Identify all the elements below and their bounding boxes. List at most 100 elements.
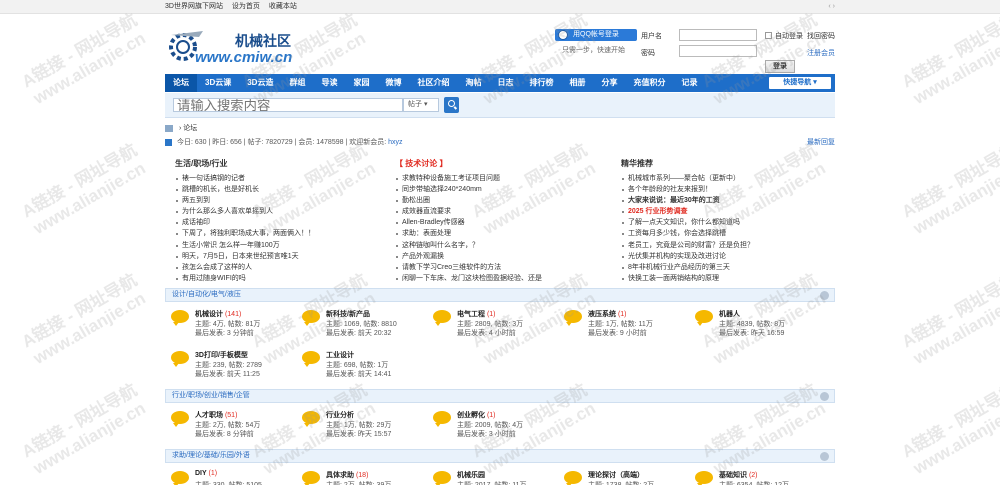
latest-replies-link[interactable]: 最新回复: [807, 137, 835, 147]
site-logo[interactable]: 机械社区 www.cmiw.cn: [165, 23, 325, 67]
collapse-icon[interactable]: [820, 452, 829, 461]
forum-name[interactable]: 机械设计 (141): [195, 309, 241, 319]
section-title[interactable]: 设计/自动化/电气/液压: [172, 291, 241, 298]
forgot-password-link[interactable]: 找回密码: [807, 31, 835, 41]
topbar-arrows[interactable]: ‹ ›: [828, 0, 835, 14]
nav-item[interactable]: 淘帖: [457, 74, 489, 92]
forum-name-text[interactable]: 基础知识: [719, 472, 747, 479]
forum-name-text[interactable]: 机器人: [719, 311, 740, 318]
forum-name[interactable]: 行业分析: [326, 410, 354, 420]
favorite-link[interactable]: 收藏本站: [269, 3, 297, 10]
forum-item[interactable]: 人才职场 (51) 主题: 2万, 帖数: 54万 最后发表: 8 分钟前: [165, 409, 295, 445]
forum-item[interactable]: 创业孵化 (1) 主题: 2009, 帖数: 4万 最后发表: 3 小时前: [427, 409, 557, 445]
password-field[interactable]: [679, 45, 757, 57]
forum-item[interactable]: 机械设计 (141) 主题: 4万, 帖数: 81万 最后发表: 3 分钟前: [165, 308, 295, 344]
nav-item[interactable]: 家园: [345, 74, 377, 92]
forum-item[interactable]: 机器人 主题: 4839, 帖数: 8万 最后发表: 昨天 16:59: [689, 308, 819, 344]
forum-item[interactable]: 基础知识 (2)主题: 6354, 帖数: 12万: [689, 469, 819, 485]
thread-link[interactable]: 有用过随身WIFI的吗: [175, 273, 395, 284]
nav-item[interactable]: 分享: [593, 74, 625, 92]
forum-name-text[interactable]: 创业孵化: [457, 412, 485, 419]
quick-nav-dropdown[interactable]: 快捷导航 ▾: [769, 77, 831, 89]
nav-item[interactable]: 日志: [489, 74, 521, 92]
thread-link[interactable]: 闲聊一下车床、龙门这块检图盈据经验、还是: [395, 273, 615, 284]
forum-item[interactable]: 工业设计 主题: 698, 帖数: 1万 最后发表: 前天 14:41: [296, 349, 426, 385]
nav-item[interactable]: 相册: [561, 74, 593, 92]
nav-item[interactable]: 导读: [313, 74, 345, 92]
nav-item[interactable]: 论坛: [165, 74, 197, 92]
site-name-link[interactable]: 3D世界网旗下网站: [165, 3, 223, 10]
nav-item[interactable]: 3D云造: [239, 74, 281, 92]
forum-item[interactable]: 电气工程 (1) 主题: 2809, 帖数: 3万 最后发表: 4 小时前: [427, 308, 557, 344]
nav-item[interactable]: 群组: [281, 74, 313, 92]
thread-link[interactable]: 工资每月多少钱，你会选择跳槽: [621, 228, 841, 239]
forum-name[interactable]: 创业孵化 (1): [457, 410, 496, 420]
section-title[interactable]: 行业/职场/创业/销售/企管: [172, 392, 250, 399]
forum-name[interactable]: 人才职场 (51): [195, 410, 237, 420]
forum-name[interactable]: 液压系统 (1): [588, 309, 627, 319]
forum-item[interactable]: DIY (1) 主题: 330, 帖数: 5105: [165, 469, 295, 485]
nav-item[interactable]: 微博: [377, 74, 409, 92]
thread-link[interactable]: 生活小常识 怎么样一年赚100万: [175, 240, 395, 251]
forum-name[interactable]: 具体求助 (18): [326, 470, 368, 480]
section-header[interactable]: 行业/职场/创业/销售/企管: [165, 389, 835, 403]
auto-login-checkbox[interactable]: [765, 32, 772, 39]
forum-name-text[interactable]: 电气工程: [457, 311, 485, 318]
section-header[interactable]: 设计/自动化/电气/液压: [165, 288, 835, 302]
forum-item[interactable]: 机械乐园 主题: 2017, 帖数: 11万: [427, 469, 557, 485]
thread-link[interactable]: 了解一点天文知识，你什么都知道吗: [621, 217, 841, 228]
forum-name[interactable]: 3D打印/手板模型: [195, 350, 248, 360]
forum-item[interactable]: 液压系统 (1) 主题: 1万, 帖数: 11万 最后发表: 9 小时前: [558, 308, 688, 344]
thread-link[interactable]: 勤松出圈: [395, 195, 615, 206]
login-button[interactable]: 登录: [765, 60, 795, 73]
section-header[interactable]: 求助/理论/基础/乐园/外语: [165, 449, 835, 463]
forum-item[interactable]: 具体求助 (18)主题: 2万, 帖数: 39万: [296, 469, 426, 485]
nav-item[interactable]: 排行榜: [521, 74, 561, 92]
thread-link[interactable]: 求助：表面处理: [395, 228, 615, 239]
forum-name-text[interactable]: 行业分析: [326, 412, 354, 419]
thread-link[interactable]: 产品外观漏换: [395, 251, 615, 262]
thread-link[interactable]: 裱一句话搞钢的记者: [175, 173, 395, 184]
forum-name[interactable]: 工业设计: [326, 350, 354, 360]
thread-link[interactable]: 下周了，将独利职场成大事，两面俩入！！: [175, 228, 395, 239]
qq-login-button[interactable]: 用QQ帐号登录: [555, 29, 637, 41]
thread-link[interactable]: 同步带轴选择240*240mm: [395, 184, 615, 195]
thread-link[interactable]: 机械城市系列——聚合帖（更新中）: [621, 173, 841, 184]
section-title[interactable]: 求助/理论/基础/乐园/外语: [172, 452, 250, 459]
home-icon[interactable]: [165, 124, 173, 132]
forum-name-text[interactable]: 理论探讨（高端）: [588, 472, 644, 479]
thread-link[interactable]: 老员工，究竟是公司的财富？还是负担？: [621, 240, 841, 251]
thread-link[interactable]: 大家来说说：最近30年的工资: [621, 195, 841, 206]
thread-link[interactable]: 8年非机械行业产品经历的第三天: [621, 262, 841, 273]
forum-name-text[interactable]: 3D打印/手板模型: [195, 352, 248, 359]
nav-item[interactable]: 3D云课: [197, 74, 239, 92]
thread-link[interactable]: 这种链咖叫什么名字，？: [395, 240, 615, 251]
thread-link[interactable]: 两五到到: [175, 195, 395, 206]
forum-item[interactable]: 3D打印/手板模型 主题: 239, 帖数: 2789 最后发表: 前天 11:2…: [165, 349, 295, 385]
thread-link[interactable]: 求教特种设备施工考证项目问题: [395, 173, 615, 184]
thread-link[interactable]: 光伏集并机构的实现及改进讨论: [621, 251, 841, 262]
new-member-link[interactable]: hxyz: [388, 139, 402, 146]
forum-name[interactable]: 理论探讨（高端）: [588, 470, 644, 480]
search-button[interactable]: [444, 97, 459, 113]
nav-item[interactable]: 社区介绍: [409, 74, 457, 92]
search-input[interactable]: [173, 98, 403, 112]
thread-link[interactable]: 2025 行业形势调查: [621, 206, 841, 217]
thread-link[interactable]: 请教下学习Creo三维软件的方法: [395, 262, 615, 273]
forum-name-text[interactable]: 人才职场: [195, 412, 223, 419]
set-home-link[interactable]: 设为首页: [232, 3, 260, 10]
forum-name-text[interactable]: 新科技/新产品: [326, 311, 370, 318]
forum-name-text[interactable]: 具体求助: [326, 472, 354, 479]
forum-item[interactable]: 行业分析 主题: 1万, 帖数: 29万 最后发表: 昨天 15:57: [296, 409, 426, 445]
forum-name[interactable]: 电气工程 (1): [457, 309, 496, 319]
forum-name-text[interactable]: 机械设计: [195, 311, 223, 318]
forum-item[interactable]: 理论探讨（高端） 主题: 1738, 帖数: 2万: [558, 469, 688, 485]
thread-link[interactable]: 明天，7月5日，日本来世纪预言唯1天: [175, 251, 395, 262]
register-link[interactable]: 注册会员: [807, 48, 835, 58]
thread-link[interactable]: Allen-Bradley传感器: [395, 217, 615, 228]
collapse-icon[interactable]: [820, 392, 829, 401]
thread-link[interactable]: 各个年龄段的社友来报到！: [621, 184, 841, 195]
forum-name-text[interactable]: 液压系统: [588, 311, 616, 318]
collapse-icon[interactable]: [820, 291, 829, 300]
forum-name[interactable]: DIY (1): [195, 470, 217, 477]
